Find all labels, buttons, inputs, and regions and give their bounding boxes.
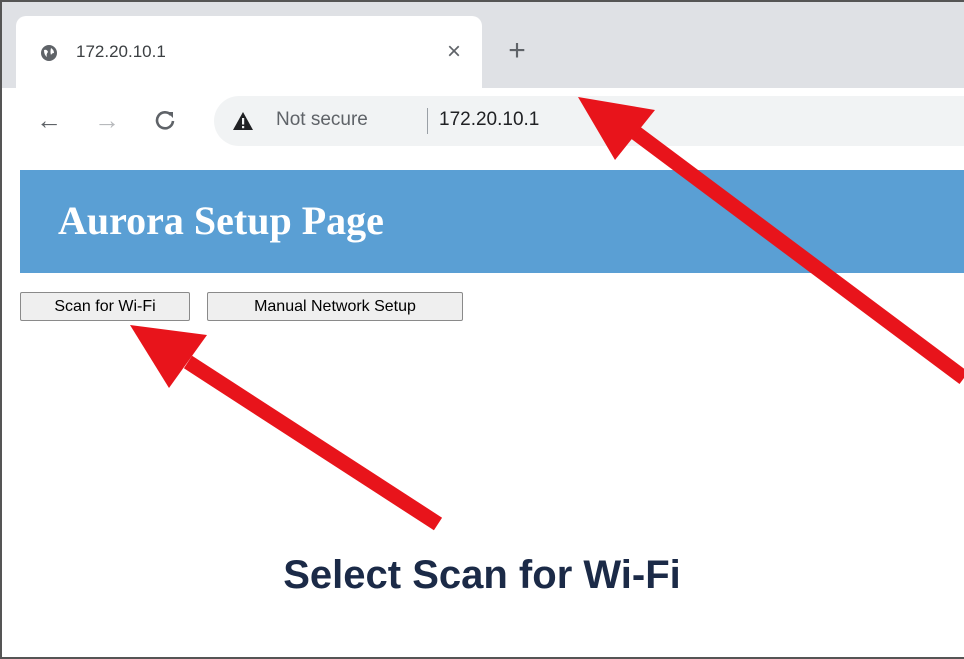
address-bar[interactable]: Not secure 172.20.10.1 [214, 96, 964, 146]
browser-toolbar: ← → Not secure 172.20.10.1 [2, 88, 964, 155]
reload-arrow-icon [155, 111, 175, 130]
back-arrow-icon[interactable]: ← [34, 104, 64, 136]
browser-tab[interactable]: 172.20.10.1 × [16, 16, 482, 88]
url-text[interactable]: 172.20.10.1 [439, 109, 539, 131]
tab-title: 172.20.10.1 [76, 42, 166, 61]
tab-strip: 172.20.10.1 × + [2, 2, 964, 88]
warning-icon [233, 112, 253, 130]
close-tab-icon[interactable]: × [440, 38, 468, 66]
address-bar-divider [427, 108, 428, 134]
manual-network-setup-button[interactable]: Manual Network Setup [207, 292, 463, 321]
page-header-banner: Aurora Setup Page [20, 170, 964, 273]
security-status-label[interactable]: Not secure [276, 109, 368, 131]
globe-icon [41, 45, 57, 61]
new-tab-icon[interactable]: + [502, 36, 532, 66]
page-title: Aurora Setup Page [58, 198, 384, 243]
forward-arrow-icon[interactable]: → [92, 104, 122, 136]
scan-wifi-button[interactable]: Scan for Wi-Fi [20, 292, 190, 321]
reload-icon[interactable] [150, 104, 180, 136]
instruction-caption: Select Scan for Wi-Fi [283, 553, 681, 597]
